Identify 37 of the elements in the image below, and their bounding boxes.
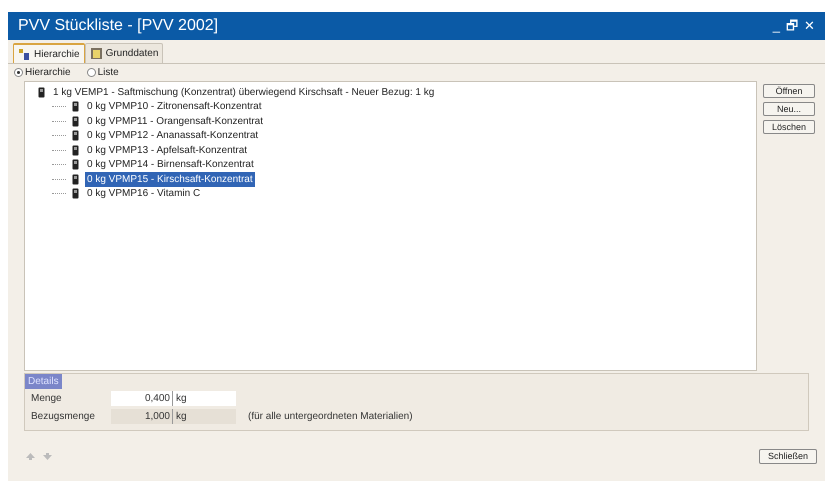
device-icon (72, 130, 79, 142)
document-icon (90, 47, 103, 60)
close-button[interactable]: ✕ (804, 16, 815, 36)
radio-option[interactable]: Liste (86, 65, 119, 80)
field-label: Bezugsmenge (31, 410, 96, 424)
action-button[interactable]: Neu... (763, 102, 815, 116)
device-icon (72, 159, 79, 170)
tree-item[interactable]: 0 kg VPMP11 - Orangensaft-Konzentrat (85, 114, 266, 129)
tree-item[interactable]: 0 kg VPMP13 - Apfelsaft-Konzentrat (85, 142, 250, 158)
device-icon (72, 101, 79, 112)
window-title: PVV Stückliste - [PVV 2002] (18, 16, 218, 36)
device-icon (72, 144, 79, 156)
hierarchy-icon (18, 48, 31, 60)
device-icon (72, 174, 79, 185)
device-icon (72, 116, 79, 127)
action-button[interactable]: Öffnen (763, 84, 815, 98)
tab[interactable]: Grunddaten (84, 43, 164, 63)
tree-item[interactable]: 0 kg VPMP14 - Birnensaft-Konzentrat (85, 157, 256, 172)
tree-item[interactable]: 0 kg VPMP12 - Ananassaft-Konzentrat (85, 128, 260, 144)
field-label: Menge (31, 392, 63, 406)
tree-item[interactable]: 0 kg VPMP15 - Kirschsaft-Konzentrat (85, 172, 255, 187)
device-icon (38, 86, 45, 98)
device-icon (72, 188, 79, 200)
group-title: Details (25, 374, 62, 389)
close-dialog-button[interactable]: Schließen (759, 449, 817, 464)
action-button[interactable]: Löschen (763, 120, 815, 134)
radio-option[interactable]: Hierarchie (14, 65, 71, 80)
down-arrow-icon[interactable] (43, 453, 52, 460)
up-arrow-icon[interactable] (26, 453, 35, 460)
field-note: (für alle untergeordneten Materialien) (248, 410, 413, 424)
value-field[interactable]: 0,400 kg (111, 390, 236, 406)
restore-button[interactable]: 🗗 (786, 16, 798, 36)
tree-item[interactable]: 0 kg VPMP10 - Zitronensaft-Konzentrat (85, 99, 264, 114)
tree-item[interactable]: 1 kg VEMP1 - Saftmischung (Konzentrat) überwiegend Kirschsaft - Neuer Bezug: 1 kg (51, 84, 436, 100)
tree-item[interactable]: 0 kg VPMP16 - Vitamin C (85, 186, 202, 202)
minimize-button[interactable]: _ (772, 16, 780, 36)
tab[interactable]: Hierarchie (13, 43, 85, 63)
